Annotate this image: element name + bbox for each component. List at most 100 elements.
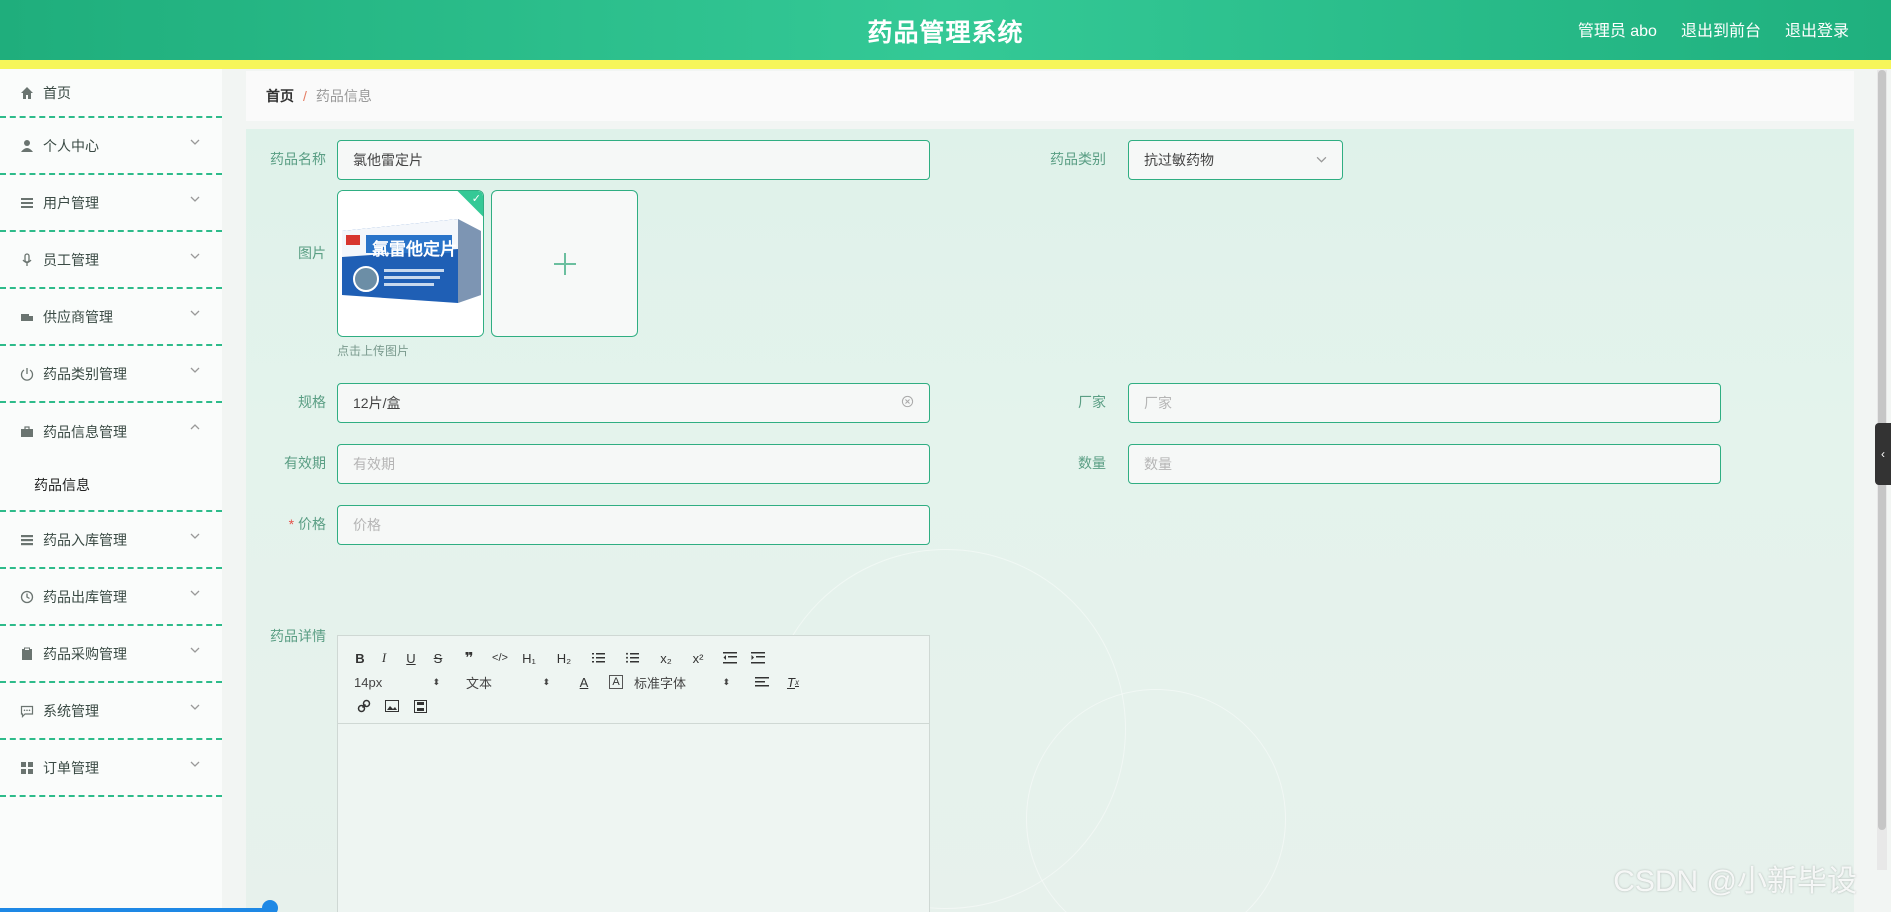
chevron-down-icon [190,137,200,147]
ordered-list-icon[interactable] [584,648,612,668]
sidebar-item-label: 药品信息管理 [43,423,127,440]
background-color-icon[interactable]: A [598,672,634,692]
side-drawer-toggle[interactable]: ‹ [1875,423,1891,485]
sidebar-item-category-management[interactable]: 药品类别管理 [0,346,222,403]
toolbar-row [350,694,917,718]
sidebar-subitem-drug-info[interactable]: 药品信息 [0,460,222,512]
chevron-down-icon [190,759,200,769]
grid-icon [19,760,35,776]
sidebar-item-supplier-management[interactable]: 供应商管理 [0,289,222,346]
font-family-select[interactable]: 标准字体 ⬍ [634,673,730,692]
sidebar-item-system-management[interactable]: 系统管理 [0,683,222,740]
power-icon [19,366,35,382]
clear-format-icon[interactable]: Tx [780,672,806,692]
clipboard-icon [19,646,35,662]
chevron-down-icon [190,702,200,712]
sidebar-item-label: 系统管理 [43,702,99,719]
price-label: 价格 [298,516,326,532]
expiry-input[interactable]: 有效期 [337,444,930,484]
sidebar-item-drug-info-management[interactable]: 药品信息管理 [0,403,222,460]
drug-category-select[interactable]: 抗过敏药物 [1128,140,1343,180]
bullet-list-icon[interactable] [612,648,652,668]
clear-icon[interactable] [901,395,914,411]
indent-icon[interactable] [744,648,772,668]
strike-icon[interactable]: S [424,648,452,668]
progress-handle [262,900,278,912]
drug-name-input[interactable]: 氯他雷定片 [337,140,930,180]
chevron-down-icon [190,308,200,318]
chevron-down-icon [190,588,200,598]
font-size-select[interactable]: 14px ⬍ [354,675,440,690]
text-format-value: 文本 [466,675,493,691]
chevron-left-icon: ‹ [1881,447,1885,461]
blockquote-icon[interactable]: ❞ [452,648,486,668]
drug-box-image [338,191,483,336]
bold-icon[interactable]: B [350,648,370,668]
rich-text-editor: B I U S ❞ </> H₁ H₂ x₂ x² 14px ⬍ 文本 ⬍ A … [337,635,930,912]
upload-hint: 点击上传图片 [337,344,410,358]
sidebar-item-stock-in-management[interactable]: 药品入库管理 [0,512,222,569]
h2-icon[interactable]: H₂ [544,648,584,668]
editor-toolbar: B I U S ❞ </> H₁ H₂ x₂ x² 14px ⬍ 文本 ⬍ A … [338,636,929,724]
align-icon[interactable] [744,672,780,692]
italic-icon[interactable]: I [370,648,398,668]
list-icon [19,195,35,211]
drug-category-label: 药品类别 [1050,151,1106,167]
image-icon[interactable] [378,696,406,716]
menu-icon [19,532,35,548]
uploaded-image-card[interactable]: 氯雷他定片 ✓ [337,190,484,337]
link-icon[interactable] [350,696,378,716]
superscript-icon[interactable]: x² [680,648,716,668]
sidebar-item-staff-management[interactable]: 员工管理 [0,232,222,289]
text-format-select[interactable]: 文本 ⬍ [466,673,550,692]
video-icon[interactable] [406,696,434,716]
drug-name-label: 药品名称 [270,151,326,167]
sidebar-item-home[interactable]: 首页 [0,69,222,118]
detail-label: 药品详情 [270,628,326,644]
chevron-down-icon [190,194,200,204]
briefcase-icon [19,424,35,440]
outdent-icon[interactable] [716,648,744,668]
font-size-value: 14px [354,674,383,690]
sidebar-item-stock-out-management[interactable]: 药品出库管理 [0,569,222,626]
breadcrumb: 首页 / 药品信息 [246,71,1854,121]
price-label-wrap: * 价格 [246,514,326,534]
manufacturer-input[interactable]: 厂家 [1128,383,1721,423]
front-page-link[interactable]: 退出到前台 [1681,17,1761,41]
drug-box-title: 氯雷他定片 [372,240,457,259]
sort-arrows-icon: ⬍ [542,676,550,687]
sidebar-item-label: 药品采购管理 [43,645,127,662]
required-mark: * [288,516,295,532]
chevron-down-icon [190,645,200,655]
drug-form: 药品名称 氯他雷定片 药品类别 抗过敏药物 图片 氯雷他定片 ✓ 点击上传图片 … [246,129,1854,912]
chevron-down-icon [190,365,200,375]
code-icon[interactable]: </> [486,648,514,668]
drug-category-value: 抗过敏药物 [1144,152,1214,168]
quantity-label: 数量 [1078,455,1106,471]
subscript-icon[interactable]: x₂ [652,648,680,668]
quantity-input[interactable]: 数量 [1128,444,1721,484]
h1-icon[interactable]: H₁ [514,648,544,668]
expiry-label: 有效期 [284,455,326,471]
upload-image-button[interactable] [491,190,638,337]
price-input[interactable]: 价格 [337,505,930,545]
underline-icon[interactable]: U [398,648,424,668]
font-color-icon[interactable]: A [570,672,598,692]
breadcrumb-home[interactable]: 首页 [266,86,294,106]
font-family-value: 标准字体 [634,675,687,691]
sidebar-item-label: 员工管理 [43,251,99,268]
editor-content-area[interactable] [338,724,929,912]
sidebar-item-purchase-management[interactable]: 药品采购管理 [0,626,222,683]
sidebar-item-order-management[interactable]: 订单管理 [0,740,222,797]
logout-link[interactable]: 退出登录 [1785,17,1849,41]
chevron-down-icon [190,251,200,261]
sidebar-item-user-management[interactable]: 用户管理 [0,175,222,232]
admin-user-label: 管理员 abo [1577,23,1657,40]
main-content: 首页 / 药品信息 药品名称 氯他雷定片 药品类别 抗过敏药物 图片 氯雷他定片… [222,69,1869,912]
sidebar-item-label: 用户管理 [43,194,99,211]
toolbar-row: B I U S ❞ </> H₁ H₂ x₂ x² [350,646,917,670]
chevron-down-icon [190,531,200,541]
header-actions: 管理员 abo 退出到前台 退出登录 [1578,17,1849,41]
spec-input[interactable]: 12片/盒 [337,383,930,423]
sidebar-item-personal-center[interactable]: 个人中心 [0,118,222,175]
